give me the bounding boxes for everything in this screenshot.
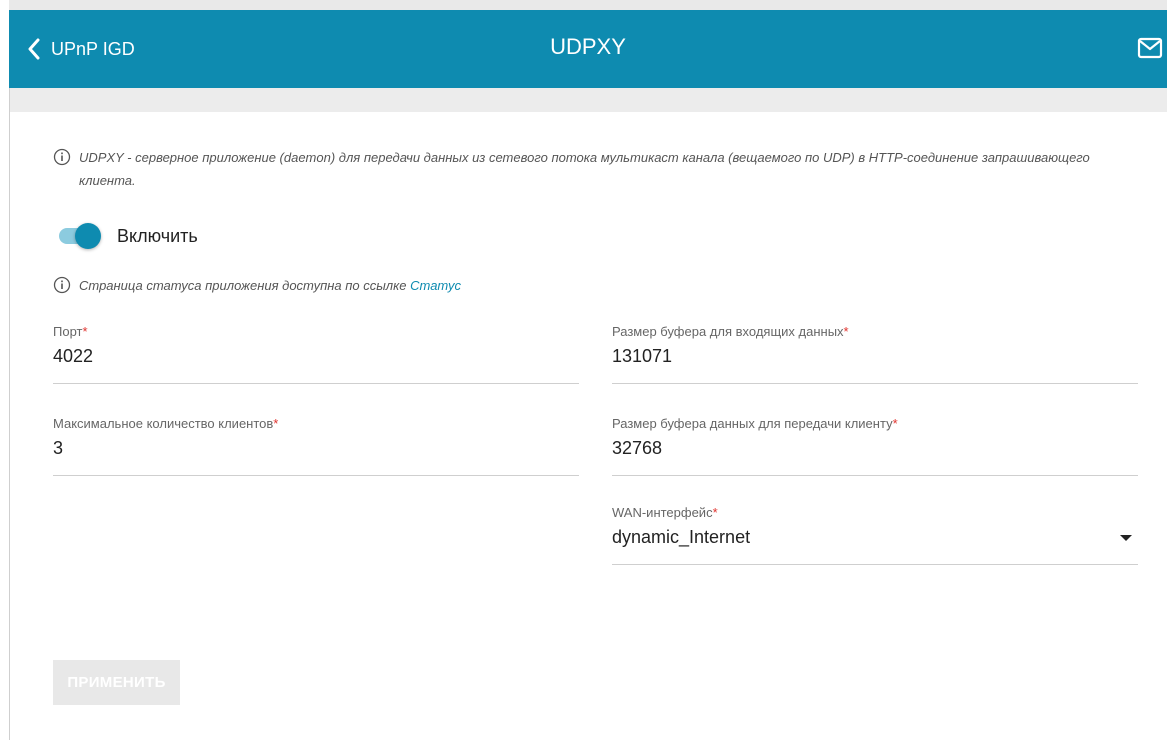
enable-toggle[interactable]: [57, 222, 103, 250]
field-underline: [612, 475, 1138, 476]
port-field[interactable]: Порт* 4022: [53, 324, 579, 384]
info-icon: [53, 276, 71, 294]
app-header: UPnP IGD UDPXY: [9, 10, 1167, 88]
required-mark: *: [273, 416, 279, 431]
description-text: UDPXY - серверное приложение (daemon) дл…: [79, 150, 1090, 188]
status-note: Страница статуса приложения доступна по …: [53, 276, 461, 296]
required-mark: *: [82, 324, 88, 339]
buffer-in-input[interactable]: 131071: [612, 346, 672, 367]
toggle-knob: [75, 223, 101, 249]
wan-selected-value[interactable]: dynamic_Internet: [612, 527, 750, 548]
port-input[interactable]: 4022: [53, 346, 93, 367]
port-label: Порт*: [53, 324, 88, 339]
max-clients-label: Максимальное количество клиентов*: [53, 416, 278, 431]
field-underline: [53, 475, 579, 476]
page: UPnP IGD UDPXY UDPXY - серверное приложе…: [0, 0, 1167, 740]
left-edge: [0, 0, 9, 740]
buffer-out-input[interactable]: 32768: [612, 438, 662, 459]
buffer-in-label: Размер буфера для входящих данных*: [612, 324, 849, 339]
field-underline: [612, 383, 1138, 384]
enable-label: Включить: [117, 225, 198, 246]
status-link[interactable]: Статус: [410, 278, 461, 293]
max-clients-label-text: Максимальное количество клиентов: [53, 416, 274, 431]
port-label-text: Порт: [53, 324, 83, 339]
info-icon: [53, 148, 71, 166]
field-underline: [53, 383, 579, 384]
status-note-text: Страница статуса приложения доступна по …: [79, 276, 461, 296]
max-clients-field[interactable]: Максимальное количество клиентов* 3: [53, 416, 579, 476]
description-note: UDPXY - серверное приложение (daemon) дл…: [53, 146, 1113, 192]
wan-label: WAN-интерфейс*: [612, 505, 718, 520]
enable-row: Включить: [57, 222, 198, 250]
required-mark: *: [892, 416, 898, 431]
required-mark: *: [712, 505, 718, 520]
required-mark: *: [843, 324, 849, 339]
buffer-out-field[interactable]: Размер буфера данных для передачи клиент…: [612, 416, 1138, 476]
top-edge: [9, 0, 1167, 10]
max-clients-input[interactable]: 3: [53, 438, 63, 459]
buffer-in-label-text: Размер буфера для входящих данных: [612, 324, 844, 339]
status-text: Страница статуса приложения доступна по …: [79, 278, 411, 293]
buffer-in-field[interactable]: Размер буфера для входящих данных* 13107…: [612, 324, 1138, 384]
mail-icon[interactable]: [1137, 37, 1163, 61]
wan-label-text: WAN-интерфейс: [612, 505, 713, 520]
dropdown-arrow-icon[interactable]: [1120, 535, 1132, 541]
wan-interface-select[interactable]: WAN-интерфейс* dynamic_Internet: [612, 505, 1138, 565]
buffer-out-label-text: Размер буфера данных для передачи клиент…: [612, 416, 893, 431]
sub-bar: [10, 88, 1167, 112]
field-underline: [612, 564, 1138, 565]
apply-button[interactable]: ПРИМЕНИТЬ: [53, 660, 180, 705]
main-content: UDPXY - серверное приложение (daemon) дл…: [10, 112, 1167, 740]
buffer-out-label: Размер буфера данных для передачи клиент…: [612, 416, 898, 431]
page-title: UDPXY: [550, 34, 626, 59]
